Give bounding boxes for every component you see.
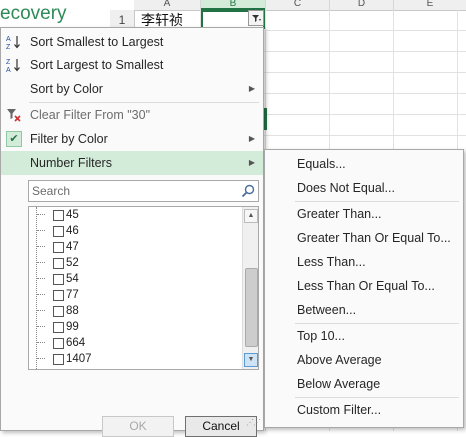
search-input[interactable]: Search [28, 180, 259, 202]
value-checkbox[interactable] [53, 306, 64, 317]
value-checkbox[interactable] [53, 274, 64, 285]
value-label: 88 [66, 305, 79, 317]
sort-ascending-item[interactable]: A Z Sort Smallest to Largest [1, 30, 263, 54]
column-header-e[interactable]: E [394, 0, 466, 11]
number-filters-submenu: Equals... Does Not Equal... Greater Than… [264, 149, 464, 428]
value-checkbox[interactable] [53, 226, 64, 237]
search-placeholder: Search [32, 184, 71, 198]
filter-by-color-item[interactable]: ✔ Filter by Color ▶ [1, 127, 263, 151]
tree-connector [37, 214, 45, 216]
value-checkbox[interactable] [53, 338, 64, 349]
recovery-panel-title: ecovery [0, 3, 67, 24]
svg-text:Z: Z [6, 44, 11, 50]
selection-edge-marker [264, 108, 267, 130]
tree-connector [37, 294, 45, 296]
resize-grip-icon[interactable]: ⋰⋰ [246, 418, 261, 427]
tree-connector [37, 310, 45, 312]
menu-item-top-10[interactable]: Top 10... [297, 324, 345, 348]
autofilter-dropdown: A Z Sort Smallest to Largest Z A Sort La… [0, 27, 264, 437]
sort-by-color-label: Sort by Color [30, 82, 103, 96]
value-checkbox[interactable] [53, 242, 64, 253]
submenu-arrow-icon: ▶ [248, 84, 255, 93]
tree-connector [37, 278, 45, 280]
menu-item-less-than-or-equal[interactable]: Less Than Or Equal To... [297, 274, 435, 298]
svg-text:A: A [6, 36, 11, 43]
clear-filter-icon [7, 109, 21, 122]
sort-by-color-item[interactable]: Sort by Color ▶ [1, 77, 263, 101]
number-filters-item[interactable]: Number Filters ▶ [1, 151, 263, 175]
value-checkbox[interactable] [53, 258, 64, 269]
number-filters-label: Number Filters [30, 156, 112, 170]
svg-text:A: A [6, 67, 11, 73]
sort-descending-icon: Z A [6, 59, 20, 73]
tree-connector [37, 358, 45, 360]
svg-text:Z: Z [6, 59, 11, 66]
menu-item-custom-filter[interactable]: Custom Filter... [297, 398, 381, 422]
menu-item-greater-than-or-equal[interactable]: Greater Than Or Equal To... [297, 226, 451, 250]
tree-connector [37, 326, 45, 328]
column-header-d[interactable]: D [330, 0, 394, 11]
checkmark-icon: ✔ [6, 131, 22, 147]
submenu-arrow-icon: ▶ [248, 158, 255, 167]
filter-by-color-label: Filter by Color [30, 132, 108, 146]
value-label: 52 [66, 257, 79, 269]
menu-item-greater-than[interactable]: Greater Than... [297, 202, 382, 226]
value-label: 99 [66, 321, 79, 333]
value-checkbox[interactable] [53, 354, 64, 365]
menu-item-below-average[interactable]: Below Average [297, 372, 380, 396]
value-label: 47 [66, 241, 79, 253]
value-label: 664 [66, 337, 86, 349]
list-scrollbar[interactable]: ▲ ▼ [242, 207, 258, 369]
sort-descending-item[interactable]: Z A Sort Largest to Smallest [1, 53, 263, 77]
tree-connector [37, 246, 45, 248]
menu-item-above-average[interactable]: Above Average [297, 348, 382, 372]
tree-connector [37, 262, 45, 264]
value-checkbox[interactable] [53, 290, 64, 301]
scroll-thumb[interactable] [245, 268, 258, 347]
value-label: 46 [66, 225, 79, 237]
search-icon [241, 184, 255, 198]
value-label: 54 [66, 273, 79, 285]
tree-connector [37, 342, 45, 344]
tree-connector [37, 230, 45, 232]
sort-ascending-icon: A Z [6, 36, 20, 50]
scroll-up-arrow-icon[interactable]: ▲ [244, 209, 258, 223]
filter-dropdown-button[interactable] [248, 10, 264, 26]
sort-descending-label: Sort Largest to Smallest [30, 58, 164, 72]
column-header-c[interactable]: C [266, 0, 330, 11]
menu-item-does-not-equal[interactable]: Does Not Equal... [297, 176, 395, 200]
menu-item-between[interactable]: Between... [297, 298, 356, 322]
menu-item-less-than[interactable]: Less Than... [297, 250, 366, 274]
submenu-arrow-icon: ▶ [248, 134, 255, 143]
ok-button[interactable]: OK [102, 416, 174, 437]
sort-ascending-label: Sort Smallest to Largest [30, 35, 164, 49]
value-label: 77 [66, 289, 79, 301]
value-label: 1407 [66, 353, 92, 365]
value-label: 45 [66, 209, 79, 221]
filter-icon [252, 15, 261, 22]
scroll-down-arrow-icon[interactable]: ▼ [244, 353, 258, 367]
clear-filter-label: Clear Filter From "30" [30, 108, 151, 122]
value-checkbox[interactable] [53, 322, 64, 333]
filter-values-list[interactable]: 45 46 47 52 54 77 88 99 664 1407 ▲ ▼ [28, 206, 259, 370]
menu-item-equals[interactable]: Equals... [297, 152, 346, 176]
value-checkbox[interactable] [53, 210, 64, 221]
clear-filter-item[interactable]: Clear Filter From "30" [1, 103, 263, 127]
